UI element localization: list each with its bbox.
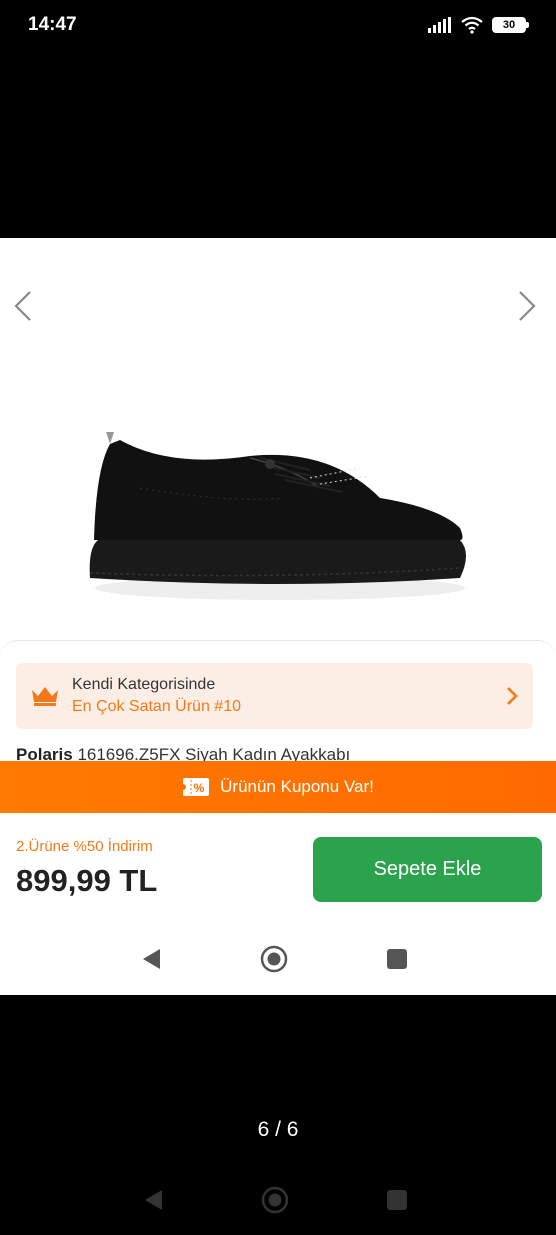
back-icon[interactable]: [136, 943, 168, 975]
coupon-icon: %: [182, 778, 210, 796]
purchase-bar: 2.Ürüne %50 İndirim 899,99 TL Sepete Ekl…: [0, 813, 556, 923]
best-seller-banner[interactable]: Kendi Kategorisinde En Çok Satan Ürün #1…: [16, 663, 533, 729]
chevron-right-icon: [507, 687, 518, 705]
product-screen: Kendi Kategorisinde En Çok Satan Ürün #1…: [0, 238, 556, 995]
add-to-cart-button[interactable]: Sepete Ekle: [313, 837, 542, 902]
system-navigation-bar: [0, 1170, 556, 1230]
chevron-right-icon[interactable]: [512, 288, 542, 324]
coupon-bar[interactable]: % Ürünün Kuponu Var!: [0, 761, 556, 813]
page-indicator: 6 / 6: [257, 1118, 299, 1141]
chevron-left-icon[interactable]: [8, 288, 38, 324]
wifi-icon: [461, 16, 483, 34]
status-time: 14:47: [28, 14, 77, 35]
status-icons: 30: [428, 16, 529, 34]
crown-icon: [32, 687, 58, 706]
best-seller-rank: En Çok Satan Ürün #10: [72, 698, 241, 715]
recents-icon[interactable]: [381, 1184, 413, 1216]
signal-icon: [428, 17, 451, 33]
battery-icon: 30: [492, 17, 529, 33]
inner-navigation-bar: [0, 923, 556, 995]
price: 899,99 TL: [16, 863, 158, 898]
svg-text:%: %: [194, 781, 205, 795]
recents-icon[interactable]: [381, 943, 413, 975]
home-icon[interactable]: [259, 1184, 291, 1216]
discount-text: 2.Ürüne %50 İndirim: [16, 838, 153, 855]
home-icon[interactable]: [258, 943, 290, 975]
status-bar: 14:47 30: [0, 0, 556, 52]
product-gallery[interactable]: [0, 238, 556, 638]
product-image: [89, 432, 467, 600]
coupon-text: Ürünün Kuponu Var!: [220, 777, 374, 796]
best-seller-label: Kendi Kategorisinde: [72, 676, 216, 693]
back-icon[interactable]: [138, 1184, 170, 1216]
